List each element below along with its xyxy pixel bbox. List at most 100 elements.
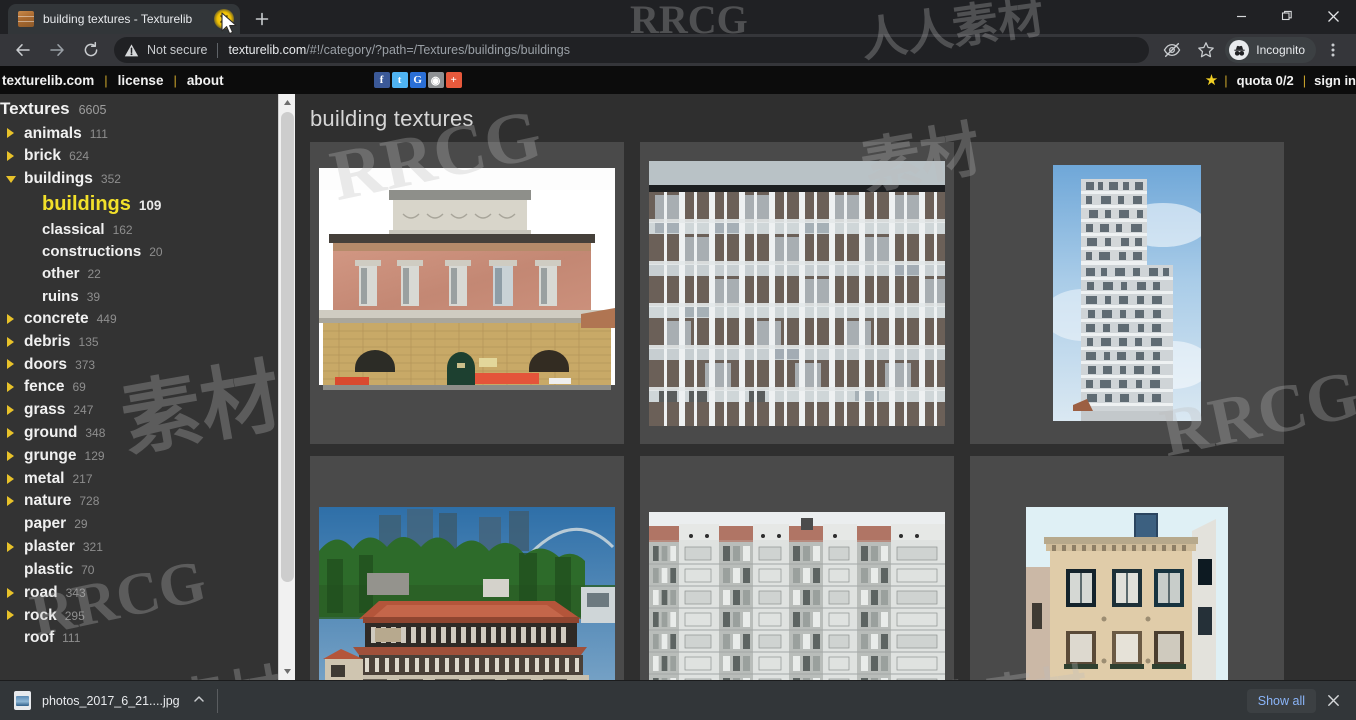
sidebar-item-count: 111 (62, 631, 81, 646)
facebook-share-button[interactable]: f (373, 72, 390, 88)
chevron-right-icon[interactable] (6, 336, 16, 347)
reddit-share-button[interactable]: ◉ (427, 72, 444, 88)
site-header-right: ★ | quota 0/2 | sign in (1205, 66, 1356, 94)
sidebar-item-label: constructions (42, 243, 142, 261)
restore-icon (1281, 10, 1292, 21)
omnibox-divider (217, 42, 219, 58)
sidebar-item-ground[interactable]: ground 348 (0, 422, 280, 445)
eye-slash-button[interactable] (1158, 36, 1186, 64)
texture-thumbnail (319, 168, 615, 418)
chevron-right-icon[interactable] (6, 473, 16, 484)
sidebar-item-brick[interactable]: brick 624 (0, 145, 280, 168)
incognito-profile-chip[interactable]: Incognito (1225, 37, 1316, 63)
sidebar-item-constructions[interactable]: constructions 20 (0, 241, 280, 263)
back-button[interactable] (9, 36, 37, 64)
show-all-button[interactable]: Show all (1246, 688, 1316, 713)
tree-root-count: 6605 (78, 103, 107, 117)
site-link-license[interactable]: license (108, 73, 174, 88)
chevron-right-icon[interactable] (6, 541, 16, 552)
new-tab-button[interactable] (248, 5, 276, 33)
close-shelf-button[interactable] (1320, 688, 1346, 714)
site-link-home[interactable]: texturelib.com (0, 73, 104, 88)
download-item[interactable]: photos_2017_6_21....jpg (0, 681, 217, 720)
texture-thumbnail (1026, 507, 1228, 680)
close-icon (1327, 695, 1339, 706)
chevron-right-icon[interactable] (6, 313, 16, 324)
sidebar-item-count: 348 (85, 426, 106, 440)
chrome-menu-button[interactable] (1319, 36, 1347, 64)
chevron-right-icon[interactable] (6, 496, 16, 507)
sidebar-item-count: 29 (74, 517, 88, 532)
sidebar-item-plaster[interactable]: plaster 321 (0, 536, 280, 559)
thumb-venetian-facade[interactable] (970, 456, 1284, 680)
sidebar-item-other[interactable]: other 22 (0, 263, 280, 285)
thumb-classical-palazzo[interactable] (310, 142, 624, 444)
window-close-button[interactable] (1310, 0, 1356, 32)
chevron-right-icon[interactable] (6, 610, 16, 621)
chevron-right-icon[interactable] (6, 405, 16, 416)
sidebar-item-classical[interactable]: classical 162 (0, 218, 280, 240)
forward-arrow-icon (50, 44, 64, 56)
thumb-riverside-red-roof[interactable] (310, 456, 624, 680)
minimize-button[interactable] (1218, 0, 1264, 32)
sidebar-item-nature[interactable]: nature 728 (0, 490, 280, 513)
twitter-share-button[interactable]: t (391, 72, 408, 88)
sidebar-item-label: debris (24, 332, 71, 350)
site-link-about[interactable]: about (177, 73, 234, 88)
reload-button[interactable] (77, 36, 105, 64)
sidebar-item-metal[interactable]: metal 217 (0, 467, 280, 490)
thumb-panel-apartment-block[interactable] (640, 456, 954, 680)
chevron-down-icon[interactable] (6, 174, 16, 184)
sidebar-item-fence[interactable]: fence 69 (0, 376, 280, 399)
chevron-right-icon[interactable] (6, 128, 16, 139)
sidebar-item-grass[interactable]: grass 247 (0, 399, 280, 422)
star-icon[interactable]: ★ (1205, 71, 1218, 89)
scroll-down-arrow-icon[interactable] (279, 663, 296, 680)
scroll-up-arrow-icon[interactable] (279, 94, 296, 111)
thumb-modernist-office-grid[interactable] (640, 142, 954, 444)
sidebar-scrollbar[interactable] (278, 94, 295, 680)
forward-button[interactable] (43, 36, 71, 64)
sidebar-item-rock[interactable]: rock 295 (0, 604, 280, 627)
chevron-right-icon[interactable] (6, 382, 16, 393)
thumb-modern-white-highrise[interactable] (970, 142, 1284, 444)
tree-root-textures[interactable]: Textures 6605 (0, 96, 280, 122)
sidebar-item-grunge[interactable]: grunge 129 (0, 444, 280, 467)
sidebar-item-label: ground (24, 424, 78, 441)
sidebar-item-buildings[interactable]: buildings 109 (0, 190, 280, 218)
sidebar-item-doors[interactable]: doors 373 (0, 353, 280, 376)
chevron-right-icon[interactable] (6, 151, 16, 162)
sidebar-item-count: 20 (149, 245, 163, 260)
sidebar-item-buildings[interactable]: buildings 352 (0, 168, 280, 191)
maximize-button[interactable] (1264, 0, 1310, 32)
incognito-hat-icon (1229, 40, 1250, 60)
sidebar-item-concrete[interactable]: concrete 449 (0, 307, 280, 330)
chevron-right-icon[interactable] (6, 587, 16, 598)
sidebar-item-road[interactable]: road 343 (0, 581, 280, 604)
browser-tab-strip: building textures - Texturelib (0, 0, 1356, 34)
sidebar-item-plastic[interactable]: plastic 70 (0, 558, 280, 581)
sign-in-link[interactable]: sign in (1306, 73, 1356, 88)
addthis-share-button[interactable]: + (445, 72, 462, 88)
sidebar-item-ruins[interactable]: ruins 39 (0, 285, 280, 307)
sidebar-item-label: plaster (24, 538, 75, 556)
browser-toolbar: Not secure texturelib.com/#!/category/?p… (0, 34, 1356, 66)
browser-tab[interactable]: building textures - Texturelib (8, 4, 240, 34)
bookmark-button[interactable] (1192, 36, 1220, 64)
chevron-right-icon[interactable] (6, 450, 16, 461)
sidebar-item-count: 109 (138, 197, 162, 213)
google-share-button[interactable]: G (409, 72, 426, 88)
sidebar-item-debris[interactable]: debris 135 (0, 330, 280, 353)
plus-icon (255, 12, 269, 26)
sidebar-item-paper[interactable]: paper 29 (0, 513, 280, 536)
address-bar[interactable]: Not secure texturelib.com/#!/category/?p… (114, 37, 1150, 63)
sidebar-item-count: 39 (86, 289, 101, 304)
texture-grid (310, 142, 1356, 680)
sidebar-item-label: fence (24, 378, 65, 396)
chevron-right-icon[interactable] (6, 427, 16, 438)
scrollbar-thumb[interactable] (281, 112, 294, 582)
chevron-right-icon[interactable] (6, 359, 16, 370)
chevron-up-icon[interactable] (193, 692, 205, 710)
sidebar-item-roof[interactable]: roof 111 (0, 627, 280, 650)
sidebar-item-animals[interactable]: animals 111 (0, 122, 280, 145)
